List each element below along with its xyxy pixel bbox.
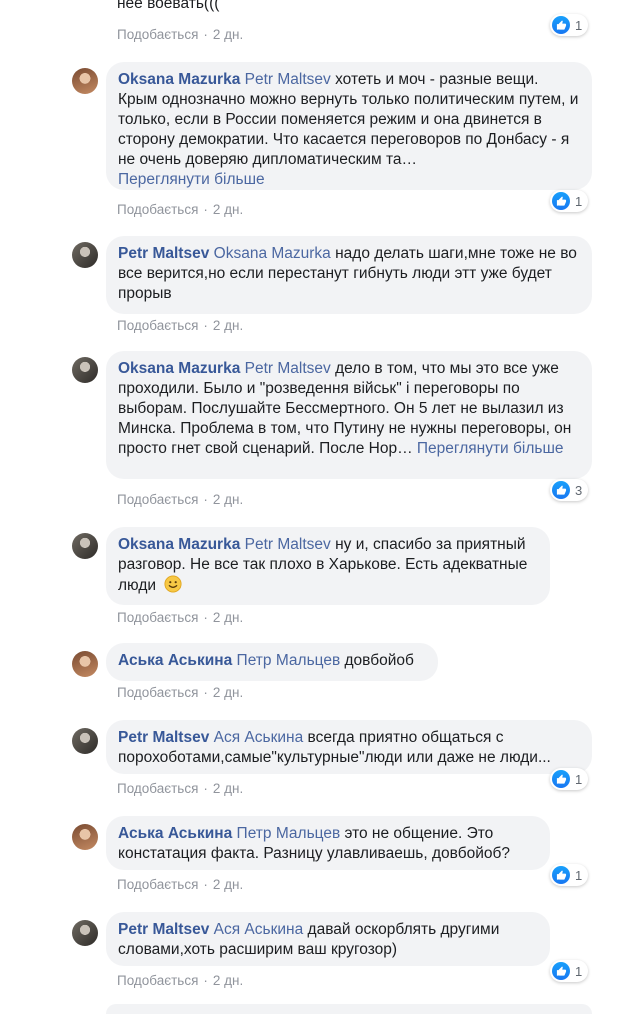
comment-mention[interactable]: Петр Мальцев (237, 825, 341, 842)
comment-meta: Подобається · 2 дн. (117, 318, 244, 333)
comment-bubble: Petr Maltsev Ася Аськина давай оскорблят… (106, 912, 550, 966)
comment-author[interactable]: Oksana Mazurka (118, 536, 240, 553)
comment-mention[interactable]: Petr Maltsev (245, 536, 331, 553)
comment-bubble-partial (106, 1004, 592, 1014)
comment-meta: Подобається · 2 дн. (117, 27, 244, 42)
comment-mention[interactable]: Oksana Mazurka (214, 245, 331, 262)
comment-bubble: Petr Maltsev Ася Аськина всегда приятно … (106, 720, 592, 774)
avatar[interactable] (72, 920, 98, 946)
comment-mention[interactable]: Ася Аськина (214, 921, 304, 938)
like-link[interactable]: Подобається (117, 492, 198, 507)
comment-bubble: Petr Maltsev Oksana Mazurka надо делать … (106, 236, 592, 314)
like-icon (552, 16, 570, 34)
like-icon (552, 866, 570, 884)
comment-text: нее воевать((( (117, 0, 220, 12)
reaction-count[interactable]: 1 (550, 864, 589, 886)
comment-meta: Подобається · 2 дн. (117, 492, 244, 507)
avatar[interactable] (72, 824, 98, 850)
comment-author[interactable]: Petr Maltsev (118, 921, 209, 938)
comment-mention[interactable]: Petr Maltsev (245, 71, 331, 88)
avatar[interactable] (72, 533, 98, 559)
avatar[interactable] (72, 357, 98, 383)
like-link[interactable]: Подобається (117, 27, 198, 42)
comment-author[interactable]: Petr Maltsev (118, 729, 209, 746)
timestamp[interactable]: 2 дн. (213, 27, 243, 42)
comment-bubble: Аська Аськина Петр Мальцев это не общени… (106, 816, 550, 870)
comment-bubble: Аська Аськина Петр Мальцев довбойоб (106, 643, 438, 681)
avatar[interactable] (72, 728, 98, 754)
like-link[interactable]: Подобається (117, 202, 198, 217)
comment-author[interactable]: Oksana Mazurka (118, 360, 240, 377)
comment-meta: Подобається · 2 дн. (117, 877, 244, 892)
timestamp[interactable]: 2 дн. (213, 877, 243, 892)
timestamp[interactable]: 2 дн. (213, 492, 243, 507)
timestamp[interactable]: 2 дн. (213, 202, 243, 217)
reaction-count[interactable]: 3 (550, 479, 589, 501)
like-link[interactable]: Подобається (117, 973, 198, 988)
comment-author[interactable]: Аська Аськина (118, 825, 232, 842)
comment-text: довбойоб (340, 652, 414, 669)
comment-bubble: Oksana Mazurka Petr Maltsev хотеть и моч… (106, 62, 592, 190)
like-icon (552, 192, 570, 210)
comment-bubble: Oksana Mazurka Petr Maltsev ну и, спасиб… (106, 527, 550, 605)
timestamp[interactable]: 2 дн. (213, 685, 243, 700)
comment-bubble: Oksana Mazurka Petr Maltsev дело в том, … (106, 351, 592, 479)
comment-meta: Подобається · 2 дн. (117, 973, 244, 988)
like-link[interactable]: Подобається (117, 877, 198, 892)
comment-meta: Подобається · 2 дн. (117, 685, 244, 700)
reaction-count[interactable]: 1 (550, 960, 589, 982)
avatar[interactable] (72, 68, 98, 94)
like-link[interactable]: Подобається (117, 781, 198, 796)
avatar[interactable] (72, 242, 98, 268)
like-link[interactable]: Подобається (117, 610, 198, 625)
comment-mention[interactable]: Petr Maltsev (245, 360, 331, 377)
reaction-count[interactable]: 1 (550, 14, 589, 36)
timestamp[interactable]: 2 дн. (213, 973, 243, 988)
timestamp[interactable]: 2 дн. (213, 781, 243, 796)
comment-author[interactable]: Petr Maltsev (118, 245, 209, 262)
avatar[interactable] (72, 651, 98, 677)
comment-meta: Подобається · 2 дн. (117, 202, 244, 217)
smiley-icon (164, 575, 182, 593)
reaction-count[interactable]: 1 (550, 190, 589, 212)
see-more-link[interactable]: Переглянути більше (417, 440, 564, 457)
comment-author[interactable]: Аська Аськина (118, 652, 232, 669)
timestamp[interactable]: 2 дн. (213, 318, 243, 333)
like-icon (552, 770, 570, 788)
comment-mention[interactable]: Петр Мальцев (237, 652, 341, 669)
reaction-count[interactable]: 1 (550, 768, 589, 790)
comment-meta: Подобається · 2 дн. (117, 610, 244, 625)
see-more-link[interactable]: Переглянути більше (118, 171, 265, 188)
like-link[interactable]: Подобається (117, 318, 198, 333)
comment-mention[interactable]: Ася Аськина (214, 729, 304, 746)
timestamp[interactable]: 2 дн. (213, 610, 243, 625)
comment-meta: Подобається · 2 дн. (117, 781, 244, 796)
like-link[interactable]: Подобається (117, 685, 198, 700)
like-icon (552, 481, 570, 499)
like-icon (552, 962, 570, 980)
comment-author[interactable]: Oksana Mazurka (118, 71, 240, 88)
